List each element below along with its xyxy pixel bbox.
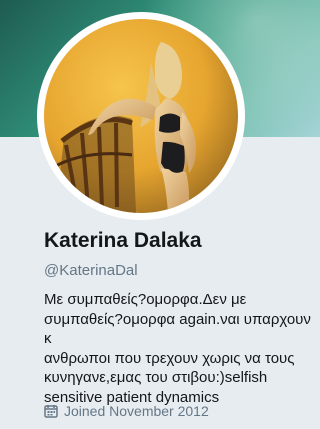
joined-date-row: Joined November 2012 — [44, 401, 209, 421]
profile-name[interactable]: Katerina Dalaka — [44, 228, 202, 254]
avatar[interactable] — [44, 19, 238, 213]
profile-handle[interactable]: @KaterinaDal — [44, 262, 138, 280]
joined-date: Joined November 2012 — [64, 403, 209, 419]
calendar-icon — [44, 404, 58, 418]
profile-page: Katerina Dalaka @KaterinaDal Με συμπαθεί… — [0, 0, 320, 429]
profile-bio: Με συμπαθείς?ομορφα.Δεν με συμπαθείς?ομο… — [44, 291, 311, 406]
avatar-photo — [44, 19, 238, 213]
